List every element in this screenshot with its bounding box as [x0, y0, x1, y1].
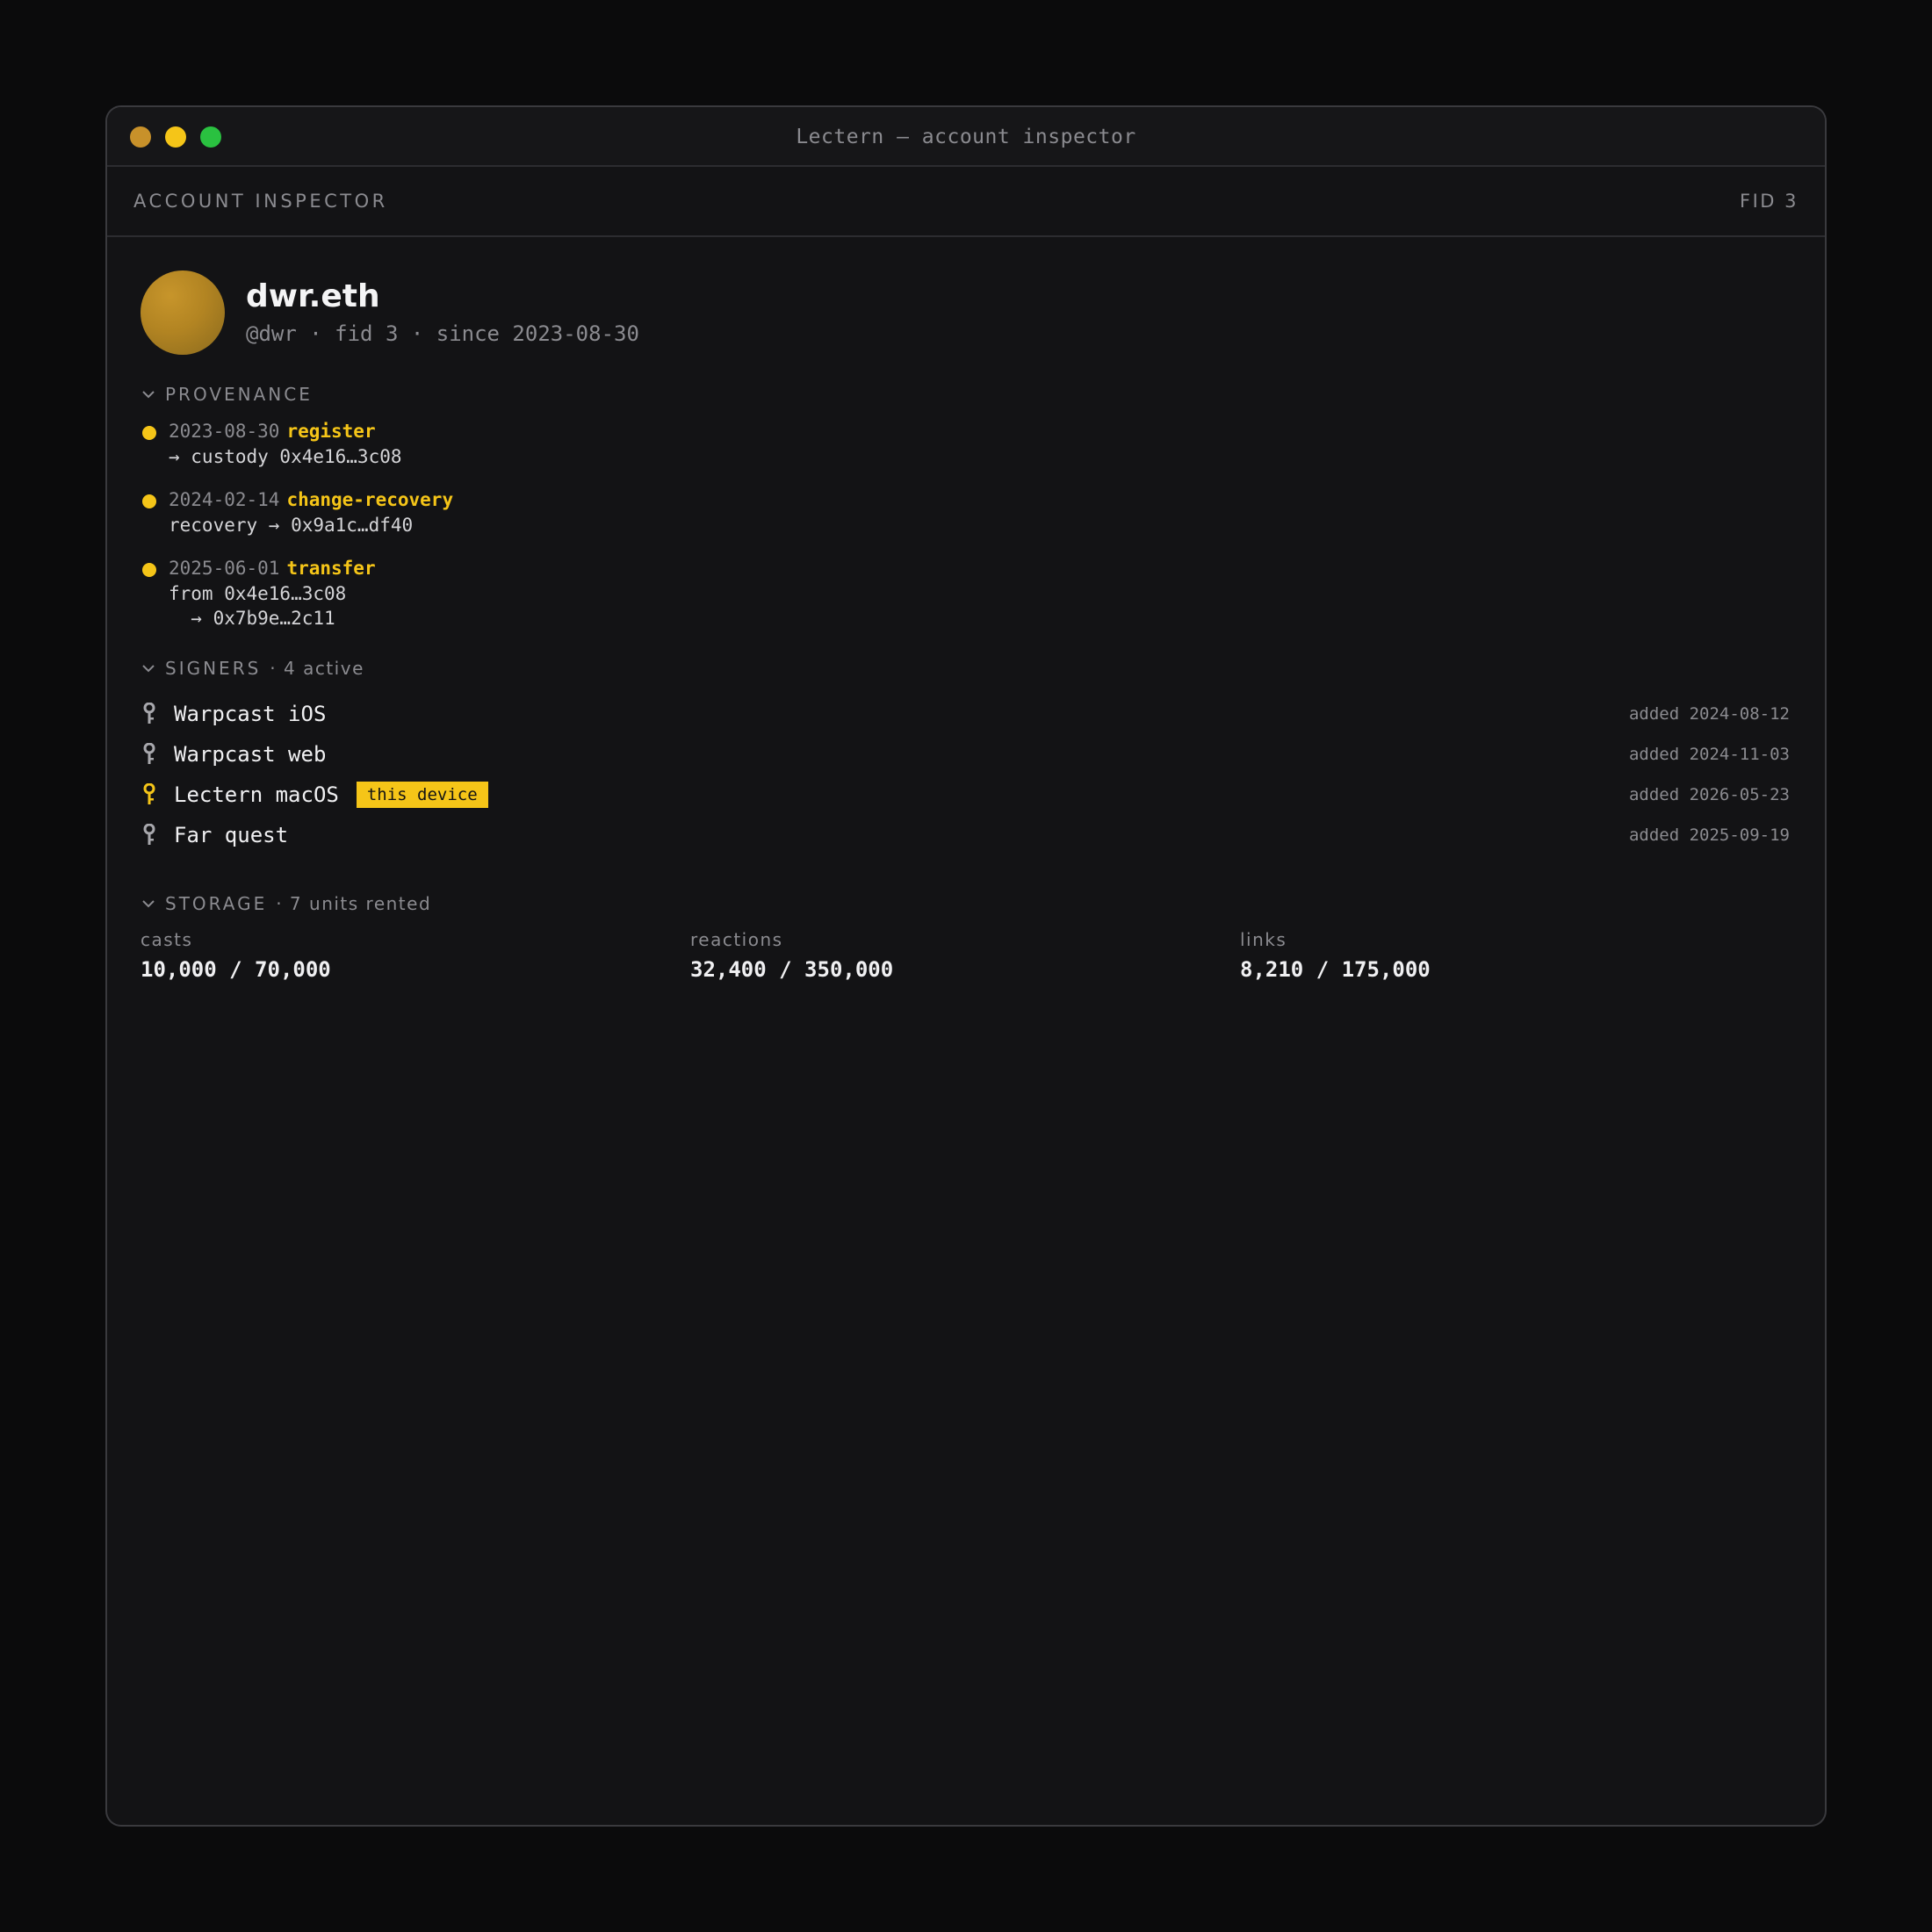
provenance-events: 2023-08-30 register → custody 0x4e16…3c08…: [141, 418, 1790, 631]
signers-title: SIGNERS: [165, 658, 262, 679]
signer-list: Warpcast iOS added 2024-08-12 Warpcast w…: [141, 694, 1790, 855]
event-detail: from 0x4e16…3c08: [169, 583, 347, 604]
signer-added-date: added 2025-09-19: [1628, 825, 1790, 845]
event-dot-icon: [142, 426, 156, 440]
chevron-down-icon: [142, 900, 155, 908]
inspector-header: ACCOUNT INSPECTOR FID 3: [107, 167, 1825, 237]
storage-links: links 8,210 / 175,000: [1240, 929, 1790, 982]
chevron-down-icon: [142, 665, 155, 673]
signers-toggle[interactable]: SIGNERS · 4 active: [141, 655, 1790, 681]
storage-value: 10,000 / 70,000: [141, 957, 331, 982]
signer-added-date: added 2026-05-23: [1628, 785, 1790, 804]
key-icon: [143, 783, 155, 804]
storage-value: 32,400 / 350,000: [690, 957, 894, 982]
signer-name: Warpcast web: [174, 742, 327, 767]
chevron-down-icon: [142, 391, 155, 399]
event-date: 2024-02-14: [169, 489, 280, 510]
event-detail-continued: → 0x7b9e…2c11: [169, 608, 335, 629]
storage-title: STORAGE: [165, 893, 268, 914]
key-icon: [143, 743, 155, 764]
app-window: Lectern — account inspector ACCOUNT INSP…: [105, 105, 1827, 1827]
profile-card: dwr.eth @dwr · fid 3 · since 2023-08-30: [141, 270, 1790, 355]
storage-section: STORAGE · 7 units rented casts 10,000 / …: [141, 890, 1790, 982]
display-name: dwr.eth: [246, 278, 380, 314]
provenance-event: 2025-06-01 transfer from 0x4e16…3c08 → 0x…: [141, 555, 1790, 631]
signer-row[interactable]: Warpcast web added 2024-11-03: [141, 734, 1790, 775]
signer-name: Far quest: [174, 823, 289, 847]
event-detail: recovery → 0x9a1c…df40: [169, 515, 414, 536]
signers-count: · 4 active: [270, 658, 364, 679]
signer-row[interactable]: Far quest added 2025-09-19: [141, 815, 1790, 855]
inspector-content: dwr.eth @dwr · fid 3 · since 2023-08-30 …: [107, 237, 1825, 982]
header-fid: FID 3: [1740, 191, 1799, 212]
storage-grid: casts 10,000 / 70,000 reactions 32,400 /…: [141, 929, 1790, 982]
event-type: register: [286, 421, 376, 442]
storage-casts: casts 10,000 / 70,000: [141, 929, 690, 982]
event-type: transfer: [286, 558, 376, 579]
storage-toggle[interactable]: STORAGE · 7 units rented: [141, 890, 1790, 917]
storage-label: links: [1240, 929, 1287, 950]
provenance-title: PROVENANCE: [165, 384, 313, 405]
key-icon: [143, 703, 155, 724]
avatar: [141, 270, 225, 355]
signer-name: Lectern macOS: [174, 782, 339, 807]
provenance-section: PROVENANCE 2023-08-30 register → custody …: [141, 381, 1790, 631]
key-icon: [143, 824, 155, 845]
signer-row[interactable]: Warpcast iOS added 2024-08-12: [141, 694, 1790, 734]
storage-value: 8,210 / 175,000: [1240, 957, 1431, 982]
event-type: change-recovery: [286, 489, 454, 510]
event-dot-icon: [142, 494, 156, 508]
profile-meta: @dwr · fid 3 · since 2023-08-30: [246, 321, 639, 346]
signers-section: SIGNERS · 4 active Warpcast iOS added 20…: [141, 655, 1790, 855]
signer-added-date: added 2024-11-03: [1628, 745, 1790, 764]
signer-row[interactable]: Lectern macOS this device added 2026-05-…: [141, 775, 1790, 815]
storage-label: casts: [141, 929, 193, 950]
provenance-event: 2024-02-14 change-recovery recovery → 0x9…: [141, 487, 1790, 537]
signer-added-date: added 2024-08-12: [1628, 704, 1790, 724]
storage-units: · 7 units rented: [276, 893, 432, 914]
this-device-badge: this device: [356, 782, 488, 808]
signer-name: Warpcast iOS: [174, 702, 327, 726]
event-date: 2025-06-01: [169, 558, 280, 579]
event-detail: → custody 0x4e16…3c08: [169, 446, 402, 467]
header-label: ACCOUNT INSPECTOR: [133, 191, 388, 212]
title-bar: Lectern — account inspector: [107, 107, 1825, 167]
provenance-toggle[interactable]: PROVENANCE: [141, 381, 1790, 407]
storage-label: reactions: [690, 929, 783, 950]
event-date: 2023-08-30: [169, 421, 280, 442]
event-dot-icon: [142, 563, 156, 577]
window-title: Lectern — account inspector: [796, 126, 1136, 148]
storage-reactions: reactions 32,400 / 350,000: [690, 929, 1240, 982]
provenance-event: 2023-08-30 register → custody 0x4e16…3c08: [141, 418, 1790, 469]
